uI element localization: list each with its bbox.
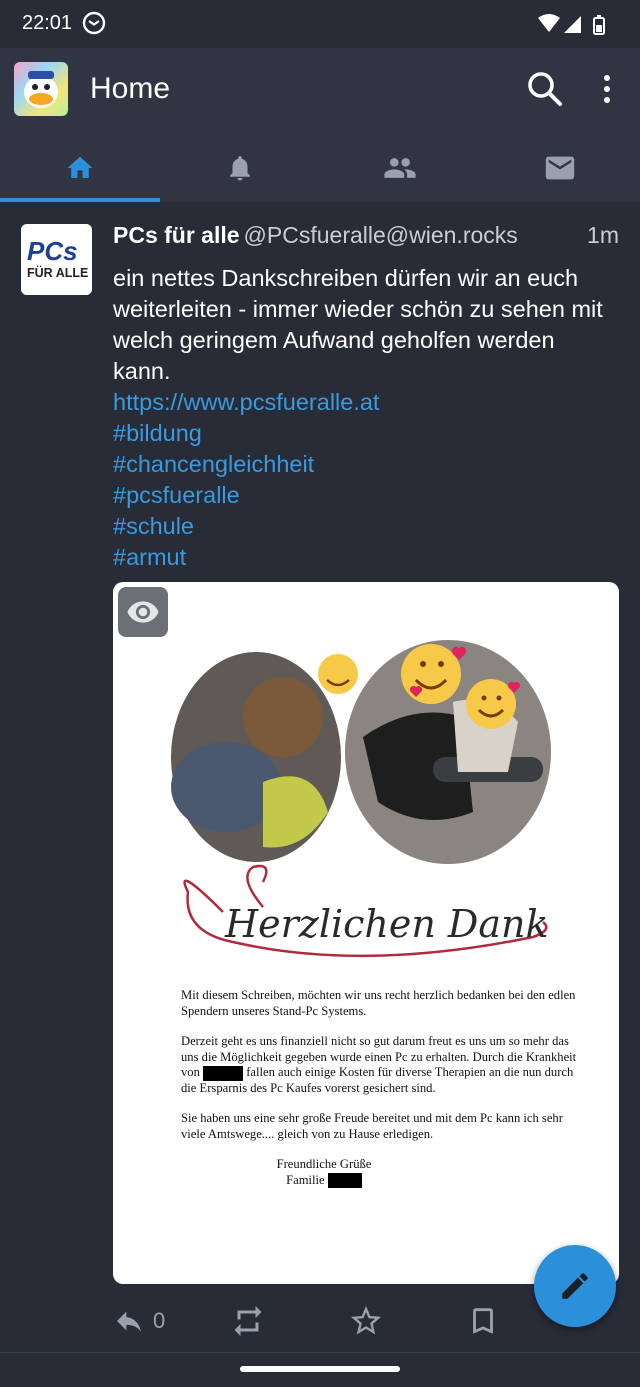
tab-messages[interactable]	[480, 134, 640, 202]
tab-local[interactable]	[320, 134, 480, 202]
bell-icon	[230, 156, 250, 181]
tab-home[interactable]	[0, 134, 160, 202]
home-indicator[interactable]	[240, 1366, 400, 1372]
reply-icon	[117, 1311, 141, 1332]
post-link[interactable]: https://www.pcsfueralle.at	[113, 387, 613, 418]
star-icon	[351, 1306, 381, 1335]
bookmark-icon	[473, 1308, 493, 1334]
pcs-fuer-alle-logo-icon: PCs FÜR ALLE	[21, 224, 92, 295]
letter-family: Familie	[199, 1173, 449, 1189]
reply-count: 0	[153, 1308, 166, 1333]
nav-divider	[0, 1352, 640, 1353]
letter-paragraph-2: Derzeit geht es uns finanziell nicht so …	[181, 1034, 577, 1095]
app-bar: Home	[0, 48, 640, 134]
hashtag-armut[interactable]: #armut	[113, 542, 613, 573]
network-badge: 4	[552, 23, 557, 33]
boost-button[interactable]	[230, 1298, 266, 1344]
letter-paragraph-3: Sie haben uns eine sehr große Freude ber…	[181, 1111, 563, 1141]
photo-collage	[171, 640, 551, 864]
tab-bar	[0, 134, 640, 202]
post-text: ein nettes Dankschreiben dürfen wir an e…	[113, 265, 603, 384]
hashtag-pcsfueralle[interactable]: #pcsfueralle	[113, 480, 613, 511]
letter-signature: Freundliche Grüße Familie	[199, 1157, 449, 1189]
user-avatar[interactable]	[14, 62, 68, 116]
battery-icon	[593, 15, 605, 35]
tab-notifications[interactable]	[160, 134, 320, 202]
home-icon	[67, 156, 93, 178]
left-photo-oval	[171, 652, 341, 862]
redacted-name	[203, 1065, 244, 1081]
status-icons: 4	[538, 14, 605, 35]
hashtag-bildung[interactable]: #bildung	[113, 418, 613, 449]
post-timestamp: 1m	[587, 222, 619, 248]
letter-closing: Freundliche Grüße	[276, 1157, 372, 1172]
donald-duck-avatar-icon	[14, 62, 68, 116]
letter-body: Mit diesem Schreiben, möchten wir uns re…	[181, 988, 581, 1189]
account-handle[interactable]: @PCsfueralle@wien.rocks	[244, 222, 518, 248]
mail-icon	[545, 156, 575, 180]
people-icon	[384, 158, 416, 178]
post-content: ein nettes Dankschreiben dürfen wir an e…	[113, 263, 613, 573]
display-name[interactable]: PCs für alle	[113, 222, 240, 248]
bookmark-button[interactable]	[466, 1298, 500, 1344]
svg-text:FÜR ALLE: FÜR ALLE	[27, 265, 88, 280]
notification-icon	[82, 11, 106, 35]
hashtag-chancengleichheit[interactable]: #chancengleichheit	[113, 449, 613, 480]
letter-title: Herzlichen Dank	[225, 902, 549, 946]
redacted-family-name	[327, 1173, 362, 1189]
page-title: Home	[90, 72, 171, 105]
svg-text:PCs: PCs	[27, 236, 78, 266]
reply-button[interactable]: 0	[113, 1298, 165, 1344]
search-icon[interactable]	[524, 68, 566, 110]
account-avatar[interactable]: PCs FÜR ALLE	[21, 224, 92, 295]
status-time: 22:01	[22, 12, 73, 34]
media-attachment[interactable]: Herzlichen Dank Mit diesem Schreiben, mö…	[113, 582, 619, 1284]
pencil-icon	[562, 1273, 588, 1299]
post-header: PCs für alle @PCsfueralle@wien.rocks	[113, 222, 623, 249]
more-vert-icon[interactable]	[590, 68, 624, 110]
compose-button[interactable]	[534, 1245, 616, 1327]
letter-paragraph-1: Mit diesem Schreiben, möchten wir uns re…	[181, 988, 576, 1018]
repeat-icon	[234, 1306, 262, 1336]
favourite-button[interactable]	[348, 1298, 384, 1344]
signal-icon	[564, 16, 581, 33]
status-bar: 22:01 4	[0, 0, 640, 48]
hashtag-schule[interactable]: #schule	[113, 511, 613, 542]
